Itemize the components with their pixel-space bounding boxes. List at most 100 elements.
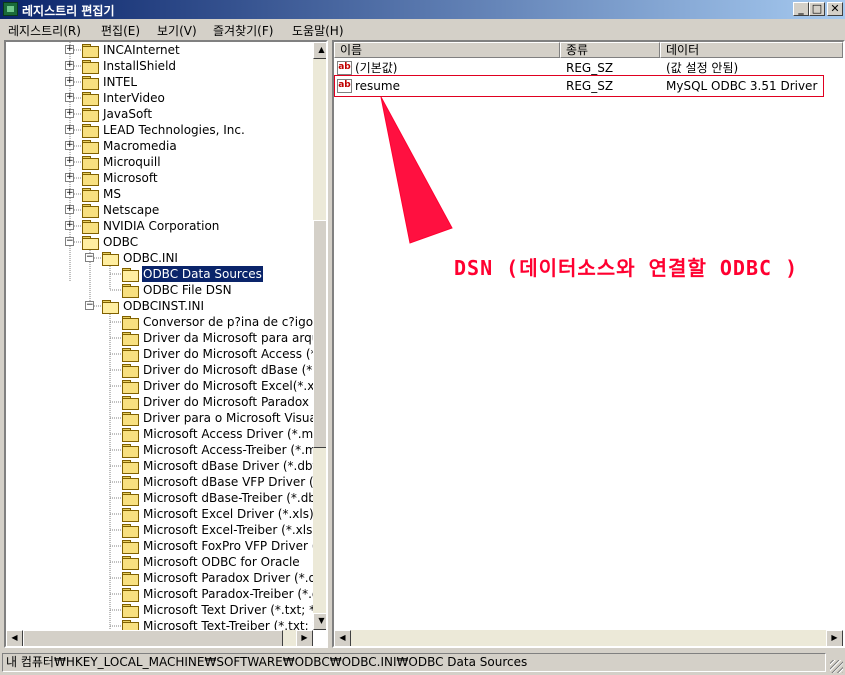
tree-node-label[interactable]: Conversor de p?ina de c?igo MS — [142, 314, 326, 330]
tree-node[interactable]: Microsoft dBase-Treiber (*.dbf) — [6, 490, 325, 506]
tree-node-label[interactable]: Microsoft Paradox-Treiber (*.db ) — [142, 586, 326, 602]
tree-node-label[interactable]: MS — [102, 186, 122, 202]
tree-node[interactable]: Conversor de p?ina de c?igo MS — [6, 314, 326, 330]
values-list-pane[interactable]: 이름 종류 데이터 ab (기본값) REG_SZ (값 설정 안됨) ab r… — [332, 40, 845, 648]
expand-icon[interactable]: + — [65, 221, 74, 230]
tree-node-label[interactable]: Microsoft Paradox Driver (*.db ) — [142, 570, 326, 586]
value-row-resume[interactable]: ab resume REG_SZ MySQL ODBC 3.51 Driver — [334, 77, 843, 95]
tree-node[interactable]: Microsoft Excel-Treiber (*.xls) — [6, 522, 317, 538]
tree-node-label[interactable]: INCAInternet — [102, 42, 181, 58]
tree-node[interactable]: + Microsoft — [6, 170, 313, 186]
tree-node-label[interactable]: Microsoft ODBC for Oracle — [142, 554, 301, 570]
tree-node[interactable]: Microsoft Access-Treiber (*.mdb) — [6, 442, 326, 458]
expand-icon[interactable]: + — [65, 189, 74, 198]
tree-node[interactable]: − ODBCINST.INI — [6, 298, 313, 314]
column-header-type[interactable]: 종류 — [560, 42, 660, 58]
tree-node[interactable]: − ODBC.INI — [6, 250, 313, 266]
tree-scroll-thumb[interactable] — [313, 220, 326, 448]
tree-horizontal-scrollbar[interactable]: ◀ ▶ — [6, 630, 313, 646]
tree-node-label[interactable]: InstallShield — [102, 58, 177, 74]
tree-node[interactable]: Microsoft dBase VFP Driver (*.dbf) — [6, 474, 326, 490]
minimize-button[interactable]: _ — [793, 2, 809, 16]
scroll-down-icon[interactable]: ▼ — [313, 613, 326, 630]
tree-node[interactable]: + INTEL — [6, 74, 313, 90]
tree-node-label[interactable]: ODBC — [102, 234, 139, 250]
tree-node-label[interactable]: Microsoft Excel Driver (*.xls) — [142, 506, 315, 522]
tree-node[interactable]: + MS — [6, 186, 313, 202]
menu-view[interactable]: 보기(V) — [157, 22, 197, 39]
maximize-button[interactable]: □ — [809, 2, 825, 16]
tree-node-label[interactable]: Driver do Microsoft Access (*.mdb) — [142, 346, 326, 362]
tree-node[interactable]: + InstallShield — [6, 58, 313, 74]
tree-node-label[interactable]: Microquill — [102, 154, 162, 170]
tree-node[interactable]: ODBC File DSN — [6, 282, 313, 298]
scroll-right-icon[interactable]: ▶ — [296, 630, 313, 646]
tree-node-label[interactable]: ODBCINST.INI — [122, 298, 205, 314]
expand-icon[interactable]: + — [65, 141, 74, 150]
expand-icon[interactable]: + — [65, 173, 74, 182]
tree-node[interactable]: Microsoft Access Driver (*.mdb) — [6, 426, 326, 442]
tree-node-label[interactable]: Microsoft Text Driver (*.txt; *.csv) — [142, 602, 326, 618]
expand-icon[interactable]: + — [65, 77, 74, 86]
tree-node[interactable]: Microsoft Excel Driver (*.xls) — [6, 506, 315, 522]
tree-node[interactable]: Driver do Microsoft Excel(*.xls) — [6, 378, 326, 394]
tree-node-label[interactable]: ODBC File DSN — [142, 282, 233, 298]
tree-node[interactable]: Microsoft FoxPro VFP Driver (*.dbf) — [6, 538, 326, 554]
tree-node-label[interactable]: Microsoft Access Driver (*.mdb) — [142, 426, 326, 442]
menu-registry[interactable]: 레지스트리(R) — [8, 22, 81, 39]
tree-node[interactable]: + Microquill — [6, 154, 313, 170]
tree-node[interactable]: + Macromedia — [6, 138, 313, 154]
expand-icon[interactable]: + — [65, 157, 74, 166]
menu-edit[interactable]: 편집(E) — [101, 22, 140, 39]
tree-node[interactable]: Driver da Microsoft para arquivos — [6, 330, 326, 346]
tree-node[interactable]: Microsoft Text Driver (*.txt; *.csv) — [6, 602, 326, 618]
tree-node-label[interactable]: Microsoft dBase-Treiber (*.dbf) — [142, 490, 326, 506]
tree-node[interactable]: + Netscape — [6, 202, 313, 218]
tree-node-label[interactable]: Netscape — [102, 202, 160, 218]
expand-icon[interactable]: + — [65, 125, 74, 134]
tree-node-label[interactable]: Microsoft FoxPro VFP Driver (*.dbf) — [142, 538, 326, 554]
tree-node-label[interactable]: INTEL — [102, 74, 138, 90]
tree-node[interactable]: Microsoft ODBC for Oracle — [6, 554, 313, 570]
column-header-data[interactable]: 데이터 — [660, 42, 843, 58]
collapse-icon[interactable]: − — [65, 237, 74, 246]
menu-help[interactable]: 도움말(H) — [292, 22, 344, 39]
menu-favorites[interactable]: 즐겨찾기(F) — [213, 22, 273, 39]
tree-node-label[interactable]: Microsoft Excel-Treiber (*.xls) — [142, 522, 318, 538]
scroll-left-icon[interactable]: ◀ — [6, 630, 23, 646]
tree-node-label[interactable]: Driver do Microsoft Paradox (*.db) — [142, 394, 326, 410]
value-row-default[interactable]: ab (기본값) REG_SZ (값 설정 안됨) — [334, 59, 843, 77]
expand-icon[interactable]: + — [65, 61, 74, 70]
tree-node[interactable]: Microsoft Paradox-Treiber (*.db ) — [6, 586, 326, 602]
tree-node[interactable]: Driver do Microsoft Paradox (*.db) — [6, 394, 326, 410]
registry-tree-pane[interactable]: + INCAInternet + InstallShield + INTEL + InterV… — [4, 40, 328, 648]
scroll-left-icon[interactable]: ◀ — [334, 630, 351, 646]
column-header-name[interactable]: 이름 — [334, 42, 560, 58]
tree-node-label[interactable]: Driver do Microsoft dBase (*.dbf) — [142, 362, 326, 378]
tree-node[interactable]: + JavaSoft — [6, 106, 313, 122]
tree-node-label[interactable]: Microsoft — [102, 170, 159, 186]
tree-node[interactable]: Microsoft Paradox Driver (*.db ) — [6, 570, 326, 586]
collapse-icon[interactable]: − — [85, 253, 94, 262]
tree-node-label[interactable]: ODBC.INI — [122, 250, 179, 266]
tree-node-label[interactable]: Microsoft dBase VFP Driver (*.dbf) — [142, 474, 326, 490]
list-horizontal-scrollbar[interactable]: ◀ ▶ — [334, 630, 843, 646]
tree-node[interactable]: + NVIDIA Corporation — [6, 218, 313, 234]
tree-node-label[interactable]: JavaSoft — [102, 106, 153, 122]
expand-icon[interactable]: + — [65, 109, 74, 118]
tree-node-label[interactable]: Microsoft dBase Driver (*.dbf) — [142, 458, 322, 474]
expand-icon[interactable]: + — [65, 93, 74, 102]
tree-node-label[interactable]: NVIDIA Corporation — [102, 218, 220, 234]
tree-node-label[interactable]: LEAD Technologies, Inc. — [102, 122, 246, 138]
tree-node[interactable]: Driver para o Microsoft Visual FoxPro — [6, 410, 326, 426]
tree-node[interactable]: + INCAInternet — [6, 42, 313, 58]
tree-node-label[interactable]: Microsoft Access-Treiber (*.mdb) — [142, 442, 326, 458]
tree-node[interactable]: − ODBC — [6, 234, 313, 250]
tree-node[interactable]: Microsoft dBase Driver (*.dbf) — [6, 458, 321, 474]
tree-node[interactable]: + LEAD Technologies, Inc. — [6, 122, 313, 138]
expand-icon[interactable]: + — [65, 205, 74, 214]
tree-node[interactable]: + InterVideo — [6, 90, 313, 106]
tree-node[interactable]: Driver do Microsoft dBase (*.dbf) — [6, 362, 326, 378]
tree-node-label[interactable]: ODBC Data Sources — [141, 265, 264, 283]
tree-node-label[interactable]: InterVideo — [102, 90, 166, 106]
